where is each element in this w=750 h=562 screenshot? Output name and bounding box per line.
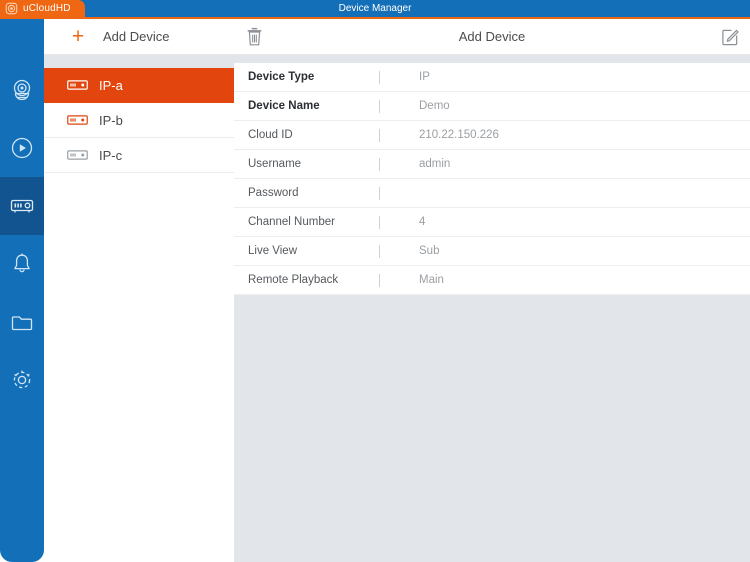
field-label: Remote Playback: [234, 274, 379, 286]
sidebar-item-playback[interactable]: [0, 119, 44, 177]
field-label: Cloud ID: [234, 129, 379, 141]
form-row-device-name[interactable]: Device Name Demo: [234, 92, 750, 121]
window-title: Device Manager: [0, 0, 750, 17]
bell-icon: [9, 251, 35, 277]
device-name: IP-c: [99, 148, 122, 163]
nav-rail: [0, 19, 44, 562]
field-label: Username: [234, 158, 379, 170]
dvr-device-icon: [8, 192, 36, 220]
app-tab-label: uCloudHD: [23, 3, 71, 14]
field-value: Demo: [380, 100, 450, 112]
detail-title: Add Device: [234, 29, 750, 44]
field-value: Main: [380, 274, 444, 286]
field-label: Device Type: [234, 71, 379, 83]
delete-device-button[interactable]: [234, 19, 274, 55]
device-name: IP-a: [99, 78, 123, 93]
gear-icon: [9, 367, 35, 393]
form-row-channel-number[interactable]: Channel Number 4: [234, 208, 750, 237]
field-label: Password: [234, 187, 379, 199]
list-item[interactable]: IP-a: [44, 68, 234, 103]
edit-square-icon: [721, 27, 740, 46]
app-tab[interactable]: uCloudHD: [0, 0, 85, 17]
form-row-username[interactable]: Username admin: [234, 150, 750, 179]
field-value: IP: [380, 71, 430, 83]
trash-icon: [245, 27, 264, 47]
sidebar-item-settings[interactable]: [0, 351, 44, 409]
form-row-live-view[interactable]: Live View Sub: [234, 237, 750, 266]
field-separator: [379, 187, 380, 200]
dvr-device-icon: [67, 114, 88, 126]
field-value: 4: [380, 216, 425, 228]
field-value: admin: [380, 158, 450, 170]
sidebar-item-device-manager[interactable]: [0, 177, 44, 235]
dvr-device-icon: [67, 149, 88, 161]
detail-header: Add Device: [234, 19, 750, 55]
form-row-remote-playback[interactable]: Remote Playback Main: [234, 266, 750, 295]
add-device-button[interactable]: + Add Device: [44, 19, 234, 55]
add-device-label: Add Device: [103, 29, 169, 44]
sidebar-item-live-view[interactable]: [0, 61, 44, 119]
device-form: Device Type IP Device Name Demo Cloud ID…: [234, 63, 750, 295]
dome-camera-icon: [9, 77, 35, 103]
detail-top-gap: [234, 55, 750, 63]
play-circle-icon: [9, 135, 35, 161]
form-row-device-type[interactable]: Device Type IP: [234, 63, 750, 92]
camera-lens-icon: [5, 2, 18, 15]
device-list-divider: [44, 55, 234, 68]
sidebar-item-files[interactable]: [0, 293, 44, 351]
device-name: IP-b: [99, 113, 123, 128]
form-row-cloud-id[interactable]: Cloud ID 210.22.150.226: [234, 121, 750, 150]
field-label: Live View: [234, 245, 379, 257]
field-value: Sub: [380, 245, 439, 257]
sidebar-item-alarm[interactable]: [0, 235, 44, 293]
title-bar: Device Manager uCloudHD: [0, 0, 750, 17]
plus-icon: +: [61, 26, 95, 47]
list-item[interactable]: IP-c: [44, 138, 234, 173]
field-label: Device Name: [234, 100, 379, 112]
list-item[interactable]: IP-b: [44, 103, 234, 138]
folder-icon: [9, 309, 35, 335]
dvr-device-icon: [67, 79, 88, 91]
device-detail-panel: Add Device Device Type IP Device Name De…: [234, 19, 750, 562]
field-value: 210.22.150.226: [380, 129, 499, 141]
device-list-panel: + Add Device IP-a IP-b I: [44, 19, 234, 562]
edit-device-button[interactable]: [710, 19, 750, 55]
form-row-password[interactable]: Password: [234, 179, 750, 208]
field-label: Channel Number: [234, 216, 379, 228]
